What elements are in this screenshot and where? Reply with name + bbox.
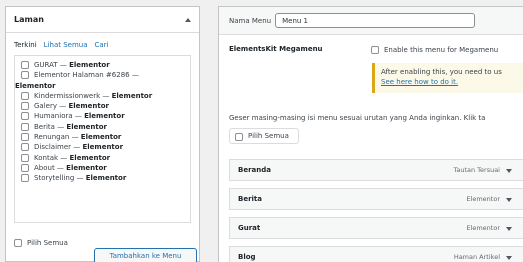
checkbox[interactable] bbox=[21, 112, 29, 121]
tab-cari[interactable]: Cari bbox=[95, 41, 109, 49]
list-item-continuation: Elementor bbox=[15, 81, 56, 90]
list-item[interactable]: Renungan — Elementor bbox=[21, 132, 184, 142]
select-all-pages[interactable]: Pilih Semua bbox=[14, 238, 68, 247]
list-item[interactable]: Humaniora — Elementor bbox=[21, 111, 184, 121]
menu-structure-panel: Nama Menu Menu 1 ElementsKit Megamenu En… bbox=[218, 6, 523, 262]
menu-item-berita[interactable]: Berita Elementor bbox=[229, 188, 523, 210]
menu-item-beranda[interactable]: Beranda Tautan Tersuai bbox=[229, 159, 523, 181]
checkbox[interactable] bbox=[21, 143, 29, 152]
pages-list: GURAT — Elementor Elementor Halaman #628… bbox=[14, 55, 191, 223]
tab-lihat-semua[interactable]: Lihat Semua bbox=[44, 41, 88, 49]
select-all-label: Pilih Semua bbox=[27, 238, 68, 247]
expand-caret-icon[interactable] bbox=[506, 198, 512, 202]
checkbox[interactable] bbox=[21, 102, 29, 111]
menu-item-title: Gurat bbox=[238, 224, 261, 232]
list-item[interactable]: Berita — Elementor bbox=[21, 122, 184, 132]
menu-item-title: Beranda bbox=[238, 166, 271, 174]
tab-terkini[interactable]: Terkini bbox=[14, 41, 37, 49]
pages-panel-title: Laman bbox=[14, 15, 44, 24]
pages-tabs: Terkini Lihat Semua Cari bbox=[14, 33, 191, 55]
elementskit-label: ElementsKit Megamenu bbox=[229, 45, 323, 53]
checkbox[interactable] bbox=[21, 122, 29, 131]
menu-item-type: Haman Artikel bbox=[453, 253, 500, 261]
menu-item-gurat[interactable]: Gurat Elementor bbox=[229, 217, 523, 239]
collapse-caret-icon[interactable] bbox=[185, 17, 191, 22]
checkbox[interactable] bbox=[21, 153, 29, 162]
enable-megamenu-option[interactable]: Enable this menu for Megamenu bbox=[371, 45, 498, 54]
list-item[interactable]: Storytelling — Elementor bbox=[21, 173, 184, 183]
menu-name-input[interactable]: Menu 1 bbox=[275, 13, 476, 28]
menu-name-row: Nama Menu Menu 1 bbox=[219, 7, 523, 35]
select-all-items-checkbox[interactable] bbox=[235, 132, 243, 141]
checkbox[interactable] bbox=[21, 163, 29, 172]
select-all-items-label: Pilih Semua bbox=[248, 132, 289, 140]
list-item[interactable]: Kindermissionwerk — Elementor bbox=[21, 91, 184, 101]
menu-item-type: Elementor bbox=[466, 224, 500, 232]
select-all-checkbox[interactable] bbox=[14, 239, 22, 247]
menu-name-label: Nama Menu bbox=[229, 16, 272, 25]
expand-caret-icon[interactable] bbox=[506, 227, 512, 231]
menu-item-type: Elementor bbox=[466, 195, 500, 203]
menu-item-type: Tautan Tersuai bbox=[453, 166, 500, 174]
notice-text: After enabling this, you need to us bbox=[381, 68, 502, 76]
checkbox[interactable] bbox=[21, 91, 29, 100]
megamenu-notice: After enabling this, you need to us See … bbox=[372, 63, 523, 93]
add-to-menu-button[interactable]: Tambahkan ke Menu bbox=[94, 248, 197, 262]
list-item[interactable]: Elementor Halaman #6286 — bbox=[21, 70, 184, 80]
select-all-menu-items[interactable]: Pilih Semua bbox=[229, 128, 299, 144]
checkbox[interactable] bbox=[21, 174, 29, 183]
list-item[interactable]: Kontak — Elementor bbox=[21, 153, 184, 163]
menu-item-title: Blog bbox=[238, 253, 256, 261]
list-item[interactable]: GURAT — Elementor bbox=[21, 60, 184, 70]
pages-panel: Laman Terkini Lihat Semua Cari GURAT — E… bbox=[5, 6, 200, 262]
pages-panel-header[interactable]: Laman bbox=[6, 7, 199, 33]
checkbox[interactable] bbox=[21, 71, 29, 80]
list-item[interactable]: Galery — Elementor bbox=[21, 101, 184, 111]
list-item[interactable]: Disclaimer — Elementor bbox=[21, 142, 184, 152]
checkbox[interactable] bbox=[21, 61, 29, 69]
expand-caret-icon[interactable] bbox=[506, 169, 512, 173]
enable-megamenu-checkbox[interactable] bbox=[371, 46, 379, 54]
menu-item-blog[interactable]: Blog Haman Artikel bbox=[229, 246, 523, 262]
elementskit-row: ElementsKit Megamenu Enable this menu fo… bbox=[229, 35, 513, 54]
menu-item-title: Berita bbox=[238, 195, 263, 203]
drag-instructions: Geser masing-masing isi menu sesuai urut… bbox=[229, 114, 486, 122]
expand-caret-icon[interactable] bbox=[506, 256, 512, 260]
notice-link[interactable]: See here how to do it. bbox=[381, 78, 458, 86]
list-item[interactable]: About — Elementor bbox=[21, 163, 184, 173]
checkbox[interactable] bbox=[21, 133, 29, 142]
enable-megamenu-label: Enable this menu for Megamenu bbox=[384, 45, 499, 54]
